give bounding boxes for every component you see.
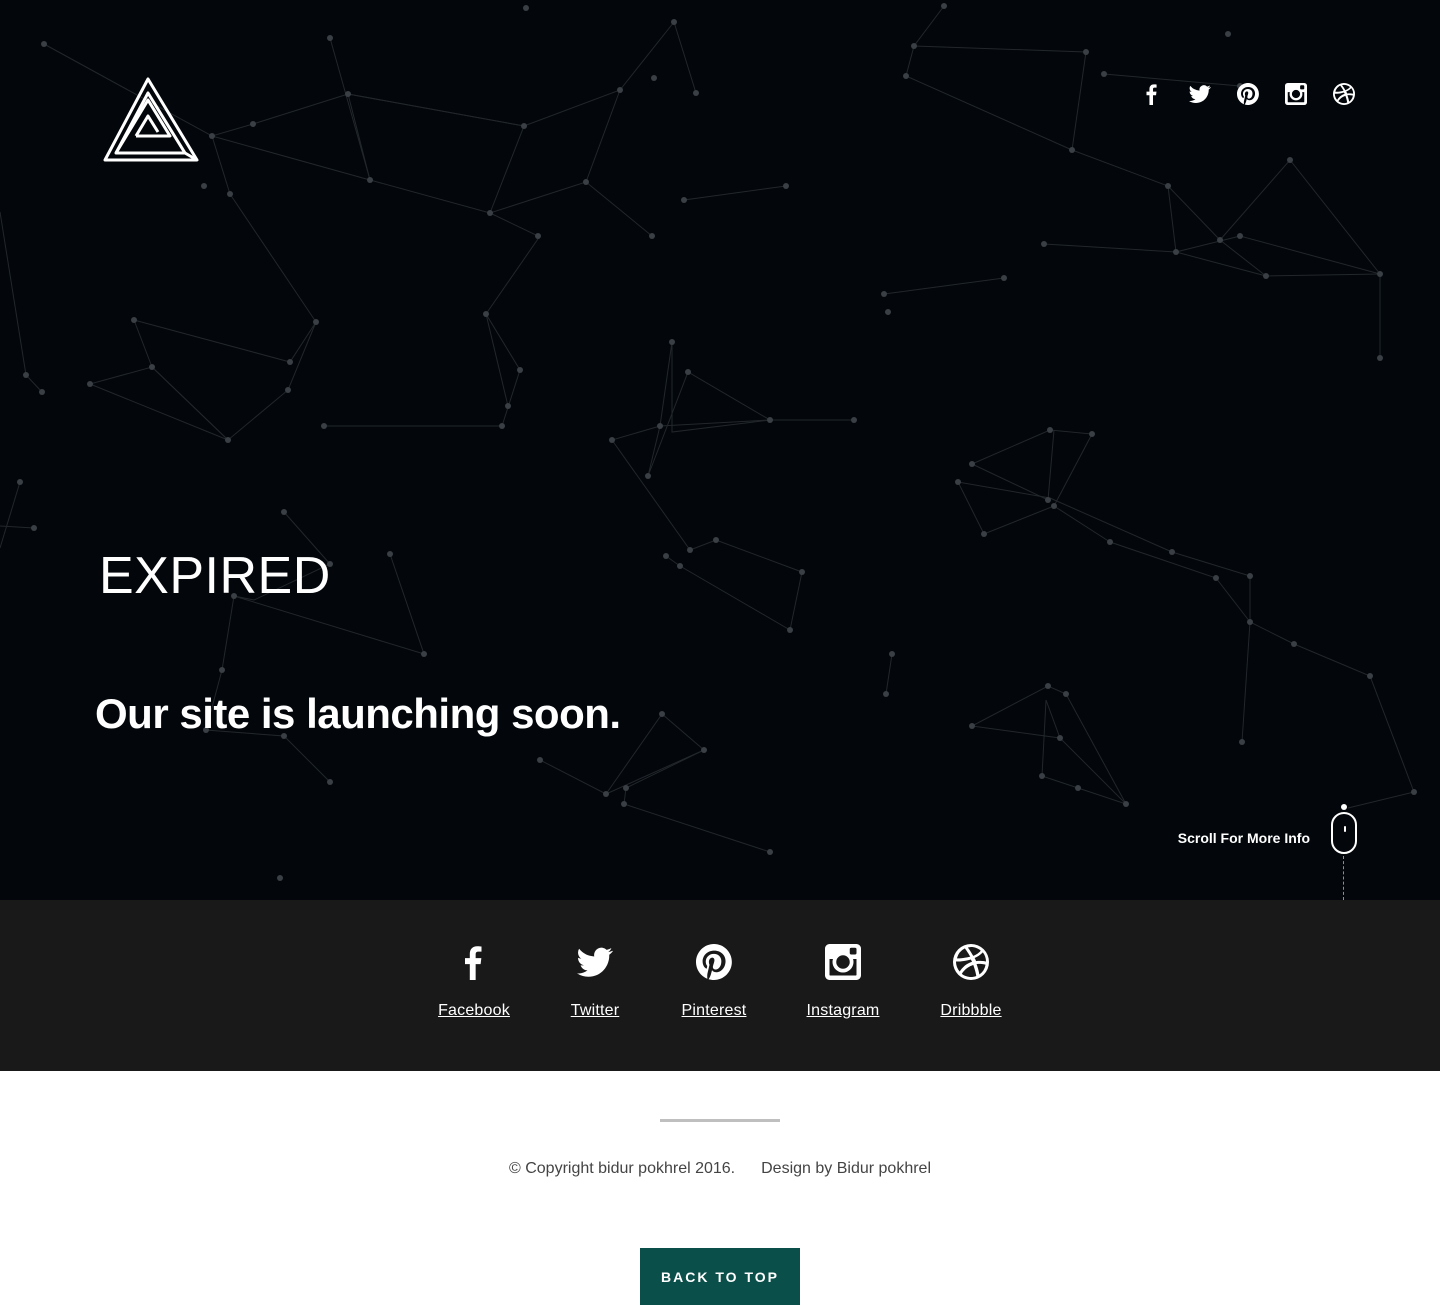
header-facebook-link[interactable] <box>1128 78 1176 110</box>
scroll-hint-label[interactable]: Scroll For More Info <box>1120 830 1310 846</box>
header-pinterest-link[interactable] <box>1224 78 1272 110</box>
band-facebook-link[interactable]: Facebook <box>414 944 534 1020</box>
band-instagram-link[interactable]: Instagram <box>783 944 903 1020</box>
footer-copyright: © Copyright bidur pokhrel 2016. Design by… <box>0 1160 1440 1178</box>
band-facebook-label: Facebook <box>438 1002 510 1019</box>
pinterest-icon <box>696 944 732 980</box>
copyright-text: © Copyright bidur pokhrel 2016. <box>508 1160 736 1177</box>
header-instagram-link[interactable] <box>1272 78 1320 110</box>
scroll-guide-line <box>1343 856 1344 900</box>
back-to-top-button[interactable]: BACK TO TOP <box>640 1248 800 1305</box>
mouse-wheel <box>1344 826 1346 832</box>
dribbble-icon <box>953 944 989 980</box>
header-social-links <box>1128 78 1368 110</box>
impossible-triangle-logo[interactable] <box>100 76 200 164</box>
header-twitter-link[interactable] <box>1176 78 1224 110</box>
dribbble-icon <box>1333 83 1355 105</box>
instagram-icon <box>1285 83 1307 105</box>
band-dribbble-label: Dribbble <box>940 1002 1002 1019</box>
hero-tagline: Our site is launching soon. <box>95 690 621 737</box>
facebook-icon <box>1141 83 1163 105</box>
facebook-icon <box>456 944 492 980</box>
twitter-icon <box>1189 83 1211 105</box>
band-twitter-label: Twitter <box>570 1002 620 1019</box>
designer-credit-link[interactable]: Design by Bidur pokhrel <box>761 1160 931 1177</box>
header-dribbble-link[interactable] <box>1320 78 1368 110</box>
pinterest-icon <box>1237 83 1259 105</box>
band-pinterest-label: Pinterest <box>681 1002 747 1019</box>
hero-section: EXPIRED Our site is launching soon. Scro… <box>0 0 1440 900</box>
band-dribbble-link[interactable]: Dribbble <box>911 944 1031 1020</box>
band-twitter-link[interactable]: Twitter <box>535 944 655 1020</box>
instagram-icon <box>825 944 861 980</box>
band-pinterest-link[interactable]: Pinterest <box>654 944 774 1020</box>
scroll-indicator-dot <box>1341 804 1347 810</box>
countdown-status: EXPIRED <box>99 547 331 605</box>
footer-divider <box>660 1119 780 1122</box>
particle-network-background <box>0 3 1417 881</box>
twitter-icon <box>577 944 613 980</box>
mouse-scroll-icon[interactable] <box>1331 812 1357 854</box>
band-instagram-label: Instagram <box>806 1002 880 1019</box>
